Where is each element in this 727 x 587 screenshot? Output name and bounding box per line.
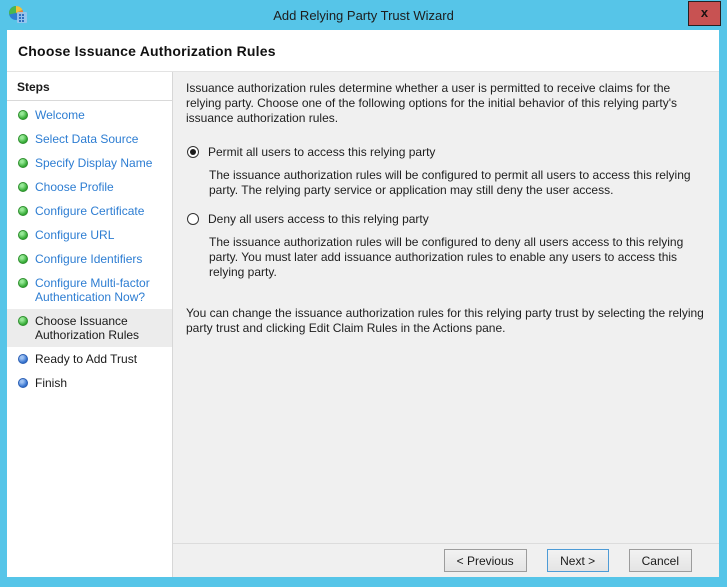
sidebar-item-configure-identifiers[interactable]: Configure Identifiers	[7, 247, 172, 271]
step-upcoming-icon	[18, 354, 28, 364]
permit-radio-label[interactable]: Permit all users to access this relying …	[208, 145, 435, 160]
step-done-icon	[18, 206, 28, 216]
step-done-icon	[18, 278, 28, 288]
sidebar-item-ready-to-add-trust[interactable]: Ready to Add Trust	[7, 347, 172, 371]
deny-option-description: The issuance authorization rules will be…	[209, 235, 684, 279]
sidebar-item-select-data-source[interactable]: Select Data Source	[7, 127, 172, 151]
wizard-dialog: Choose Issuance Authorization Rules Step…	[7, 30, 719, 577]
previous-button[interactable]: < Previous	[443, 549, 527, 572]
page-header: Choose Issuance Authorization Rules	[7, 30, 719, 72]
intro-text: Issuance authorization rules determine w…	[186, 81, 678, 125]
next-button[interactable]: Next >	[546, 549, 609, 572]
option-permit-all: Permit all users to access this relying …	[186, 145, 705, 198]
sidebar-item-welcome[interactable]: Welcome	[7, 103, 172, 127]
step-done-icon	[18, 110, 28, 120]
step-done-icon	[18, 230, 28, 240]
steps-heading: Steps	[7, 72, 172, 101]
footnote-text: You can change the issuance authorizatio…	[186, 306, 704, 335]
step-upcoming-icon	[18, 378, 28, 388]
permit-radio-button[interactable]	[187, 146, 199, 158]
deny-radio-button[interactable]	[187, 213, 199, 225]
permit-option-row[interactable]: Permit all users to access this relying …	[186, 145, 705, 160]
wizard-window: Add Relying Party Trust Wizard x Choose …	[0, 0, 727, 587]
sidebar-item-configure-url[interactable]: Configure URL	[7, 223, 172, 247]
sidebar-item-specify-display-name[interactable]: Specify Display Name	[7, 151, 172, 175]
page-title: Choose Issuance Authorization Rules	[18, 42, 276, 59]
sidebar-item-choose-profile[interactable]: Choose Profile	[7, 175, 172, 199]
wizard-main: Steps Welcome Select Data Source Specify…	[7, 72, 719, 577]
sidebar-item-configure-certificate[interactable]: Configure Certificate	[7, 199, 172, 223]
step-done-icon	[18, 134, 28, 144]
close-button[interactable]: x	[688, 1, 721, 26]
deny-radio-label[interactable]: Deny all users access to this relying pa…	[208, 212, 429, 227]
deny-option-row[interactable]: Deny all users access to this relying pa…	[186, 212, 705, 227]
sidebar-item-finish[interactable]: Finish	[7, 371, 172, 395]
step-done-icon	[18, 254, 28, 264]
option-deny-all: Deny all users access to this relying pa…	[186, 212, 705, 280]
sidebar-item-configure-multifactor[interactable]: Configure Multi-factor Authentication No…	[7, 271, 172, 309]
title-bar: Add Relying Party Trust Wizard x	[0, 0, 727, 30]
content-column: Issuance authorization rules determine w…	[173, 72, 719, 577]
steps-sidebar: Steps Welcome Select Data Source Specify…	[7, 72, 173, 577]
step-current-icon	[18, 316, 28, 326]
window-title: Add Relying Party Trust Wizard	[273, 7, 454, 23]
permit-option-description: The issuance authorization rules will be…	[209, 168, 691, 197]
step-done-icon	[18, 182, 28, 192]
steps-list: Welcome Select Data Source Specify Displ…	[7, 103, 172, 395]
sidebar-item-choose-issuance-rules[interactable]: Choose Issuance Authorization Rules	[7, 309, 172, 347]
adfs-wizard-icon	[8, 5, 28, 25]
cancel-button[interactable]: Cancel	[628, 549, 692, 572]
page-content: Issuance authorization rules determine w…	[173, 72, 719, 543]
button-bar: < Previous Next > Cancel	[173, 543, 719, 577]
step-done-icon	[18, 158, 28, 168]
